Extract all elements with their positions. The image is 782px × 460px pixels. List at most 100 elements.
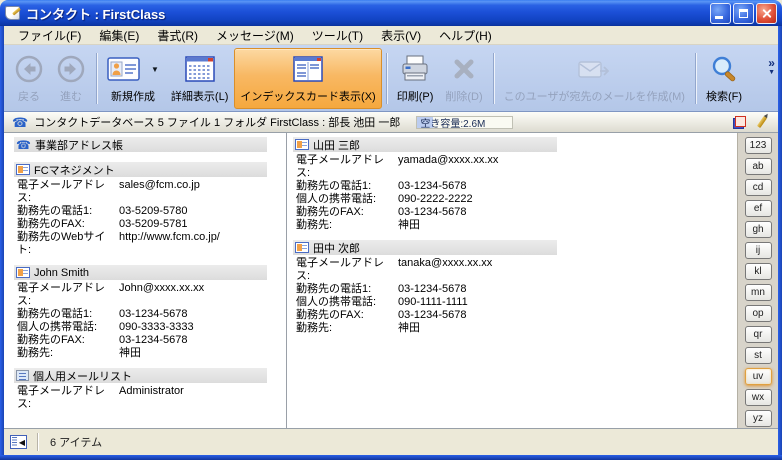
new-contact-icon bbox=[107, 52, 141, 86]
toolbar-overflow-button[interactable]: » ▼ bbox=[768, 59, 775, 77]
menu-item[interactable]: 書式(R) bbox=[149, 26, 206, 45]
index-tab[interactable]: uv bbox=[745, 368, 772, 385]
field-value: 03-1234-5678 bbox=[398, 206, 467, 219]
contact-card: 田中 次郎 電子メールアドレス: tanaka@xxxx.xx.xx bbox=[293, 240, 737, 335]
new-contact-button[interactable]: ▼ 新規作成 bbox=[101, 48, 165, 109]
contact-field-row: 勤務先: 神田 bbox=[17, 347, 286, 360]
field-label: 勤務先のFAX: bbox=[296, 309, 398, 322]
field-value: yamada@xxxx.xx.xx bbox=[398, 154, 498, 180]
contact-field-row: 勤務先: 神田 bbox=[296, 219, 737, 232]
field-label: 電子メールアドレス: bbox=[296, 257, 398, 283]
field-label: 勤務先: bbox=[296, 219, 398, 232]
field-label: 勤務先のFAX: bbox=[17, 334, 119, 347]
menu-item[interactable]: ファイル(F) bbox=[10, 26, 89, 45]
delete-x-icon bbox=[450, 52, 478, 86]
contact-field-row: 電子メールアドレス: sales@fcm.co.jp bbox=[17, 179, 286, 205]
index-tab[interactable]: kl bbox=[745, 263, 772, 280]
compose-mail-icon bbox=[576, 52, 612, 86]
index-card-view-button[interactable]: インデックスカード表示(X) bbox=[234, 48, 381, 109]
field-value: tanaka@xxxx.xx.xx bbox=[398, 257, 492, 283]
overlapping-windows-icon[interactable] bbox=[733, 116, 746, 129]
window-title: コンタクト : FirstClass bbox=[26, 4, 710, 23]
index-tab[interactable]: ab bbox=[745, 158, 772, 175]
index-card-view-icon bbox=[293, 52, 323, 86]
field-label: 勤務先の電話1: bbox=[17, 205, 119, 218]
contact-type-icon: ☎ bbox=[16, 139, 31, 151]
field-label: 電子メールアドレス: bbox=[17, 282, 119, 308]
contact-name: FCマネジメント bbox=[34, 162, 115, 178]
contact-card: 山田 三郎 電子メールアドレス: yamada@xxxx.xx.xx bbox=[293, 137, 737, 232]
field-label: 電子メールアドレス: bbox=[17, 385, 119, 411]
contact-name: 山田 三郎 bbox=[313, 137, 360, 153]
field-label: 電子メールアドレス: bbox=[17, 179, 119, 205]
print-button[interactable]: 印刷(P) bbox=[391, 48, 440, 109]
edit-pencil-icon[interactable] bbox=[757, 116, 767, 128]
delete-button: 削除(D) bbox=[439, 48, 488, 109]
menu-item[interactable]: メッセージ(M) bbox=[208, 26, 302, 45]
contact-field-row: 勤務先の電話1: 03-5209-5780 bbox=[17, 205, 286, 218]
index-tab[interactable]: 123 bbox=[745, 137, 772, 154]
contact-field-row: 電子メールアドレス: tanaka@xxxx.xx.xx bbox=[296, 257, 737, 283]
field-value: 03-5209-5781 bbox=[119, 218, 188, 231]
field-value: 03-1234-5678 bbox=[398, 283, 467, 296]
menu-item[interactable]: ツール(T) bbox=[304, 26, 371, 45]
status-bar: 6 アイテム bbox=[4, 428, 778, 455]
free-space-label: 空き容量:2.6M bbox=[417, 115, 485, 130]
toolbar-separator bbox=[386, 53, 387, 104]
index-tab[interactable]: mn bbox=[745, 284, 772, 301]
contact-field-row: 電子メールアドレス: Administrator bbox=[17, 385, 286, 411]
toolbar-separator bbox=[695, 53, 696, 104]
contact-card-header[interactable]: 個人用メールリスト bbox=[14, 368, 267, 383]
contact-card-header[interactable]: 田中 次郎 bbox=[293, 240, 557, 255]
field-value: 神田 bbox=[398, 219, 420, 232]
index-tab[interactable]: yz bbox=[745, 410, 772, 427]
maximize-button[interactable] bbox=[733, 3, 754, 24]
field-label: 電子メールアドレス: bbox=[296, 154, 398, 180]
menu-item[interactable]: 編集(E) bbox=[91, 26, 147, 45]
maximize-icon bbox=[739, 9, 748, 18]
close-button[interactable] bbox=[756, 3, 777, 24]
index-tab[interactable]: ij bbox=[745, 242, 772, 259]
index-tab[interactable]: qr bbox=[745, 326, 772, 343]
search-button[interactable]: 検索(F) bbox=[700, 48, 748, 109]
index-tab[interactable]: st bbox=[745, 347, 772, 364]
title-bar[interactable]: コンタクト : FirstClass bbox=[0, 0, 782, 26]
index-tab[interactable]: wx bbox=[745, 389, 772, 406]
pane-toggle-icon[interactable] bbox=[10, 435, 27, 449]
field-label: 勤務先の電話1: bbox=[296, 180, 398, 193]
contact-card-header[interactable]: John Smith bbox=[14, 265, 267, 280]
compose-mail-button: このユーザが宛先のメールを作成(M) bbox=[498, 48, 691, 109]
new-dropdown-arrow-icon[interactable]: ▼ bbox=[151, 65, 159, 74]
contact-field-row: 勤務先の電話1: 03-1234-5678 bbox=[17, 308, 286, 321]
contact-type-icon bbox=[295, 242, 309, 253]
contact-card-header[interactable]: FCマネジメント bbox=[14, 162, 267, 177]
database-summary: コンタクトデータベース 5 ファイル 1 フォルダ FirstClass : 部… bbox=[34, 114, 400, 130]
detail-view-button[interactable]: 詳細表示(L) bbox=[165, 48, 234, 109]
contact-field-row: 勤務先のFAX: 03-1234-5678 bbox=[17, 334, 286, 347]
field-value: 090-2222-2222 bbox=[398, 193, 473, 206]
minimize-icon bbox=[715, 16, 723, 19]
index-tab[interactable]: op bbox=[745, 305, 772, 322]
contact-card-header[interactable]: 山田 三郎 bbox=[293, 137, 557, 152]
contact-type-icon bbox=[16, 370, 29, 381]
contact-field-row: 個人の携帯電話: 090-2222-2222 bbox=[296, 193, 737, 206]
contact-field-row: 個人の携帯電話: 090-3333-3333 bbox=[17, 321, 286, 334]
field-value: 03-1234-5678 bbox=[119, 334, 188, 347]
search-icon bbox=[709, 52, 739, 86]
back-button: 戻る bbox=[8, 48, 50, 109]
contact-field-row: 勤務先のFAX: 03-5209-5781 bbox=[17, 218, 286, 231]
index-tab[interactable]: cd bbox=[745, 179, 772, 196]
forward-icon bbox=[56, 52, 86, 86]
contact-field-row: 勤務先: 神田 bbox=[296, 322, 737, 335]
field-value: 090-3333-3333 bbox=[119, 321, 194, 334]
menu-item[interactable]: ヘルプ(H) bbox=[431, 26, 500, 45]
toolbar-separator bbox=[493, 53, 494, 104]
menu-item[interactable]: 表示(V) bbox=[373, 26, 429, 45]
minimize-button[interactable] bbox=[710, 3, 731, 24]
contact-card-header[interactable]: ☎ 事業部アドレス帳 bbox=[14, 137, 267, 152]
window-border-right bbox=[778, 26, 782, 455]
field-label: 個人の携帯電話: bbox=[296, 193, 398, 206]
index-tab[interactable]: ef bbox=[745, 200, 772, 217]
index-tab[interactable]: gh bbox=[745, 221, 772, 238]
field-label: 勤務先のFAX: bbox=[296, 206, 398, 219]
